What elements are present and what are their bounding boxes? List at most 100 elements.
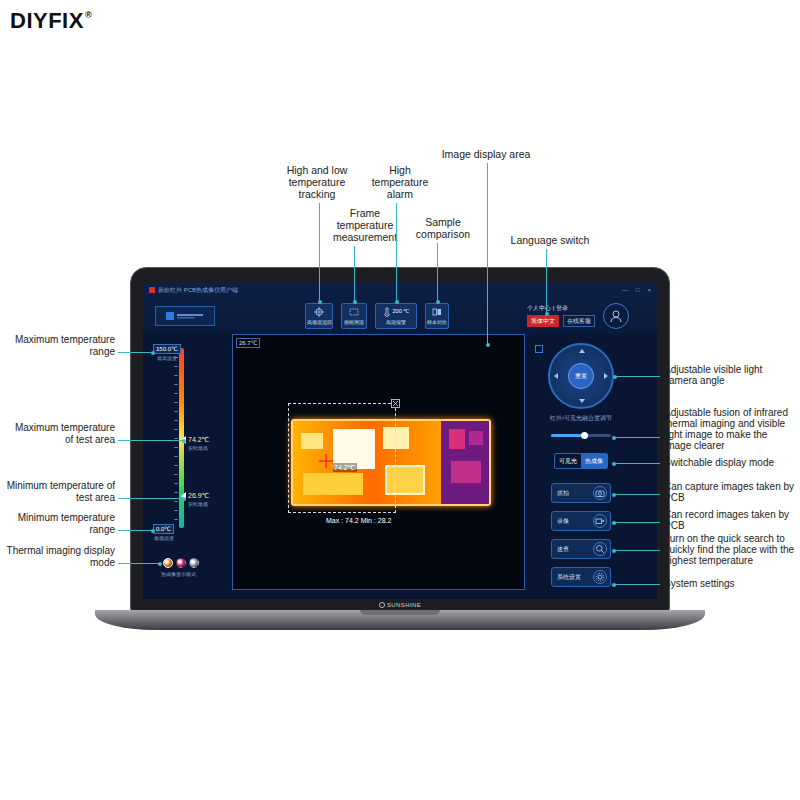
- temperature-scale-panel: 150.0℃最高温度0.0℃最低温度74.2℃实时最高26.9℃实时最低热成像显…: [143, 334, 232, 599]
- window-control[interactable]: ×: [647, 286, 651, 294]
- brand-mark: ®: [85, 10, 92, 20]
- callout-label: System settings: [664, 578, 796, 589]
- action-label: 速查: [557, 545, 569, 553]
- ambient-temperature: 26.7℃: [236, 338, 260, 348]
- window-control[interactable]: —: [622, 286, 628, 294]
- callout-label: Can record images taken by PCB: [664, 509, 796, 531]
- down-arrow-icon: [579, 399, 585, 403]
- min-range-value: 0.0℃: [153, 524, 174, 534]
- account-link[interactable]: 个人中心 | 登录: [527, 304, 568, 312]
- reset-button[interactable]: 重置: [568, 363, 594, 389]
- action-label: 录像: [557, 517, 569, 525]
- callout-label: Turn on the quick search to quickly find…: [664, 533, 796, 566]
- callout-dot: [158, 562, 162, 566]
- callout-line: [118, 563, 160, 564]
- thermal-pcb-image: [291, 419, 491, 506]
- laptop-base: [95, 610, 705, 630]
- callout-label: Language switch: [500, 234, 600, 246]
- app-toolbar-row: 高低温追踪 画框测温 200 ℃高温报警样本对比 个人中心 | 登录简体中文在线客服: [143, 297, 657, 334]
- callout-line: [546, 249, 547, 314]
- avatar-button[interactable]: [603, 303, 629, 329]
- action-button[interactable]: 系统设置: [551, 567, 611, 587]
- action-label: 系统设置: [557, 573, 581, 581]
- toolbar-label: 高低温追踪: [307, 319, 332, 325]
- toolbar-button[interactable]: 高低温追踪: [305, 303, 333, 329]
- toolbar-button[interactable]: 200 ℃高温报警: [375, 303, 417, 329]
- marker-reading: 74.2℃: [188, 435, 210, 444]
- fusion-label: 红外/可见光融合度调节: [550, 415, 612, 422]
- callout-line: [396, 203, 397, 302]
- callout-label: High and low temperature tracking: [277, 164, 357, 200]
- laptop-notch: [360, 610, 440, 615]
- callout-line: [614, 437, 660, 438]
- language-button[interactable]: 简体中文: [527, 315, 559, 327]
- title-bar: 新款红外 PCB热成像仪用户端—□×: [143, 283, 657, 297]
- palette-option[interactable]: [163, 558, 173, 568]
- window-control[interactable]: □: [636, 286, 640, 294]
- callout-dot: [353, 300, 357, 304]
- min-range: 0.0℃最低温度: [153, 524, 174, 541]
- toolbar-button[interactable]: 画框测温: [341, 303, 367, 329]
- callout-label: Sample comparison: [408, 216, 478, 240]
- marker-reading: 26.9℃: [188, 491, 210, 500]
- callout-label: Can capture images taken by PCB: [664, 481, 796, 503]
- scale-marker: 74.2℃实时最高: [181, 435, 210, 451]
- measure-frame[interactable]: [288, 403, 396, 513]
- callout-label: Adjustable visible light camera angle: [664, 364, 796, 386]
- callout-dot: [612, 462, 616, 466]
- toolbar: 高低温追踪 画框测温 200 ℃高温报警样本对比: [305, 303, 449, 329]
- callout-label: Image display area: [431, 148, 541, 160]
- max-range: 150.0℃最高温度: [153, 344, 181, 361]
- thermometer-icon: [383, 307, 391, 317]
- tracking-icon: [314, 307, 324, 317]
- app-screen: 新款红外 PCB热成像仪用户端—□×高低温追踪画框测温200 ℃高温报警样本对比…: [143, 283, 657, 599]
- left-arrow-icon: [554, 373, 558, 379]
- callout-line: [437, 243, 438, 302]
- laptop-brand: SUNSHINE: [131, 601, 669, 609]
- callout-dot: [395, 300, 399, 304]
- frame-icon: [349, 307, 359, 317]
- callout-label: Maximum temperature of test area: [4, 422, 115, 446]
- fusion-knob[interactable]: [581, 432, 588, 439]
- service-button[interactable]: 在线客服: [563, 315, 595, 327]
- palette-option[interactable]: [189, 558, 199, 568]
- app-logo-icon: [165, 311, 205, 321]
- callout-line: [614, 584, 660, 585]
- fusion-fill: [551, 434, 584, 437]
- callout-label: High temperature alarm: [368, 164, 432, 200]
- max-range-value: 150.0℃: [153, 344, 181, 354]
- action-button[interactable]: 录像: [551, 511, 611, 531]
- callout-line: [319, 203, 320, 302]
- camera-icon: [595, 488, 605, 498]
- max-range-label: 最高温度: [157, 355, 177, 361]
- compare-icon: [432, 307, 442, 317]
- video-icon: [595, 516, 605, 526]
- toolbar-button[interactable]: 样本对比: [425, 303, 449, 329]
- callout-dot: [436, 300, 440, 304]
- camera-angle-dial[interactable]: 重置: [548, 343, 614, 409]
- action-button[interactable]: 速查: [551, 539, 611, 559]
- display-mode-label: 热成像显示模式: [161, 571, 196, 577]
- action-button[interactable]: 抓拍: [551, 483, 611, 503]
- marker-label: 实时最高: [188, 445, 210, 451]
- close-icon: [391, 399, 400, 408]
- callout-dot: [612, 549, 616, 553]
- gear-icon: [595, 572, 605, 582]
- display-mode-option[interactable]: 热成像: [581, 454, 607, 468]
- callout-line: [118, 530, 153, 531]
- callout-label: Frame temperature measurement: [325, 207, 405, 243]
- palette-option[interactable]: [176, 558, 186, 568]
- callout-dot: [612, 436, 616, 440]
- reset-label: 重置: [575, 372, 587, 380]
- callout-dot: [612, 521, 616, 525]
- fusion-slider[interactable]: [551, 434, 611, 437]
- display-mode-option[interactable]: 可见光: [555, 454, 581, 468]
- min-range-label: 最低温度: [154, 535, 174, 541]
- display-mode-toggle: 可见光热成像: [554, 453, 608, 469]
- callout-line: [118, 440, 184, 441]
- callout-dot: [612, 583, 616, 587]
- toolbar-label: 样本对比: [427, 319, 447, 325]
- callout-dot: [613, 375, 617, 379]
- toolbar-label: 画框测温: [344, 319, 364, 325]
- app-header: 新款红外 PCB热成像仪用户端—□×高低温追踪画框测温200 ℃高温报警样本对比…: [143, 283, 657, 334]
